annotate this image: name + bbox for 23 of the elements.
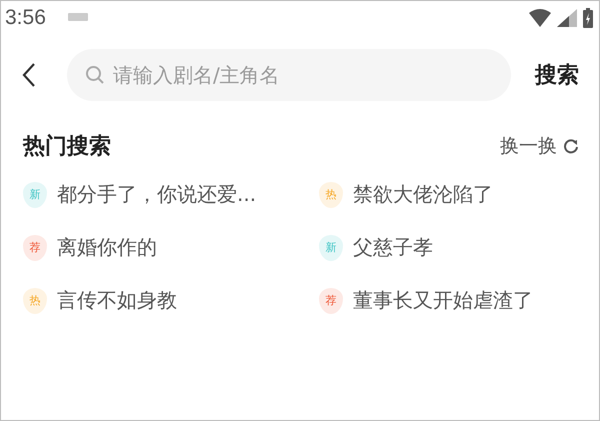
search-suggestion[interactable]: 董事长又开始虐渣了 (353, 287, 533, 314)
search-field[interactable]: 请输入剧名/主角名 (67, 49, 511, 101)
search-suggestion[interactable]: 禁欲大佬沦陷了 (353, 181, 493, 208)
tag-badge: 热 (23, 288, 47, 314)
signal-icon (557, 9, 577, 27)
search-suggestion[interactable]: 言传不如身教 (57, 287, 177, 314)
tag-badge: 荐 (23, 234, 47, 260)
clock-time: 3:56 (5, 6, 46, 30)
battery-icon (583, 8, 593, 28)
search-suggestion[interactable]: 父慈子孝 (353, 234, 433, 261)
keyboard-icon (68, 13, 88, 23)
tag-badge: 新 (319, 234, 343, 260)
refresh-button[interactable]: 换一换 (500, 133, 579, 159)
section-title: 热门搜索 (23, 132, 111, 161)
refresh-icon (563, 138, 579, 154)
search-icon (85, 65, 105, 85)
tag-badge: 荐 (319, 288, 343, 314)
wifi-icon (529, 9, 551, 27)
search-suggestion[interactable]: 离婚你作的 (57, 234, 157, 261)
search-suggestion[interactable]: 都分手了，你说还爱... (57, 181, 256, 208)
search-button[interactable]: 搜索 (525, 60, 579, 90)
tag-badge: 新 (23, 182, 47, 208)
tag-badge: 热 (319, 182, 343, 208)
